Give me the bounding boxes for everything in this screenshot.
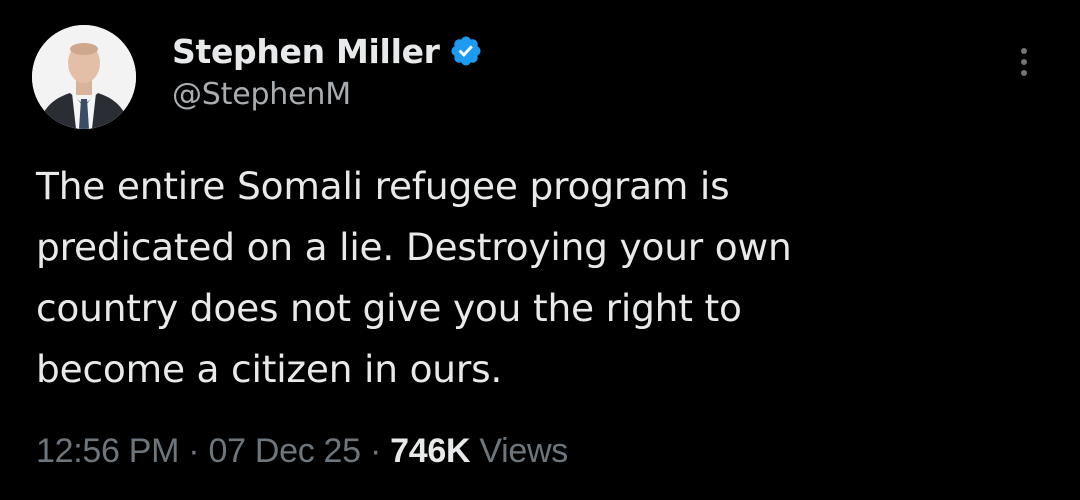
author-display-name[interactable]: Stephen Miller: [172, 32, 440, 71]
more-options-icon[interactable]: [1012, 48, 1036, 88]
tweet-time[interactable]: 12:56 PM: [36, 432, 179, 470]
author-name-row: Stephen Miller: [172, 28, 483, 74]
tweet-text: The entire Somali refugee program is pre…: [36, 156, 1036, 400]
tweet-header: Stephen Miller @StephenM: [172, 28, 483, 112]
avatar[interactable]: [32, 25, 136, 129]
tweet-text-line: become a citizen in ours.: [36, 347, 503, 391]
verified-badge-icon[interactable]: [449, 34, 483, 68]
meta-separator: ·: [188, 432, 200, 470]
avatar-photo: [32, 25, 136, 129]
views-label: Views: [479, 432, 568, 470]
meta-separator: ·: [369, 432, 381, 470]
tweet-text-line: country does not give you the right to: [36, 286, 742, 330]
author-handle[interactable]: @StephenM: [172, 77, 483, 112]
tweet-meta: 12:56 PM · 07 Dec 25 · 746K Views: [36, 432, 568, 471]
views-count[interactable]: 746K: [390, 432, 470, 470]
tweet-date[interactable]: 07 Dec 25: [208, 432, 361, 470]
tweet-text-line: predicated on a lie. Destroying your own: [36, 225, 792, 269]
tweet-text-line: The entire Somali refugee program is: [36, 164, 730, 208]
tweet-card: Stephen Miller @StephenM The entire Soma…: [0, 0, 1080, 500]
